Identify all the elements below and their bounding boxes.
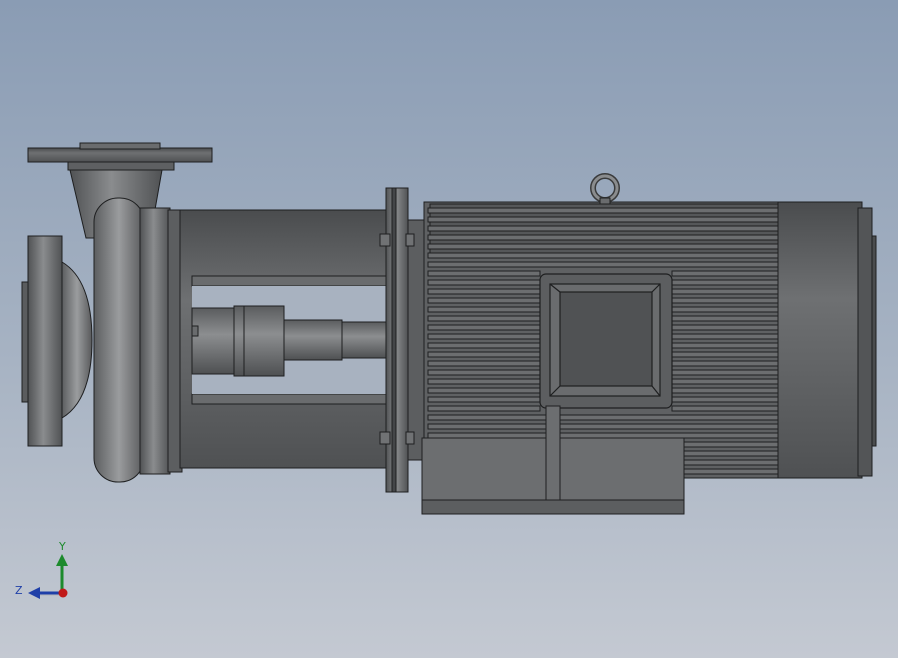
cooling-fin (671, 315, 779, 322)
cooling-fin (427, 261, 779, 268)
cooling-fin (427, 216, 779, 223)
cooling-fin (427, 414, 779, 421)
cooling-fin (427, 279, 541, 286)
cooling-fin (427, 270, 541, 277)
cooling-fin (671, 324, 779, 331)
cooling-fin (427, 288, 541, 295)
cooling-fin (427, 360, 541, 367)
x-axis-dot (58, 588, 68, 598)
cooling-fin (671, 270, 779, 277)
y-axis-label: Y (58, 540, 66, 553)
z-axis-label: Z (15, 584, 23, 597)
y-axis-arrowhead (56, 554, 68, 566)
cooling-fin (427, 333, 541, 340)
cooling-fin (427, 225, 779, 232)
cooling-fin (427, 378, 541, 385)
suction-flange[interactable] (21, 235, 93, 447)
cooling-fin (671, 333, 779, 340)
z-axis-arrowhead (28, 587, 40, 599)
cooling-fin (671, 396, 779, 403)
cooling-fin (427, 405, 541, 412)
cooling-fin (671, 288, 779, 295)
cooling-fin (671, 279, 779, 286)
cooling-fin (671, 306, 779, 313)
cooling-fin (671, 387, 779, 394)
cooling-fin (683, 441, 779, 448)
fan-cover[interactable] (777, 201, 877, 479)
cooling-fin (427, 252, 779, 259)
cooling-fin (671, 360, 779, 367)
cooling-fin (427, 369, 541, 376)
lifting-eye[interactable] (590, 173, 620, 205)
cooling-fin (427, 423, 779, 430)
cooling-fin (671, 369, 779, 376)
cooling-fin (683, 459, 779, 466)
model-canvas[interactable]: Y Z (0, 0, 898, 658)
cooling-fin (427, 207, 779, 214)
cooling-fin (427, 396, 541, 403)
terminal-box[interactable] (539, 273, 673, 409)
motor-flange[interactable] (379, 187, 425, 493)
cooling-fin (427, 351, 541, 358)
volute-casing[interactable] (93, 197, 183, 483)
cooling-fin (671, 297, 779, 304)
cooling-fin (427, 243, 779, 250)
cad-viewport[interactable]: Y Z (0, 0, 898, 658)
cooling-fin (427, 324, 541, 331)
cooling-fin (427, 315, 541, 322)
cooling-fin (671, 342, 779, 349)
cooling-fin (671, 378, 779, 385)
cooling-fin (427, 432, 779, 439)
cooling-fin (671, 351, 779, 358)
cooling-fin (683, 468, 779, 475)
orientation-triad[interactable]: Y Z (15, 540, 68, 599)
cooling-fin (683, 450, 779, 457)
cooling-fin (427, 297, 541, 304)
cooling-fin (427, 342, 541, 349)
cooling-fin (427, 306, 541, 313)
cooling-fin (427, 234, 779, 241)
cooling-fin (671, 405, 779, 412)
cooling-fin (427, 387, 541, 394)
